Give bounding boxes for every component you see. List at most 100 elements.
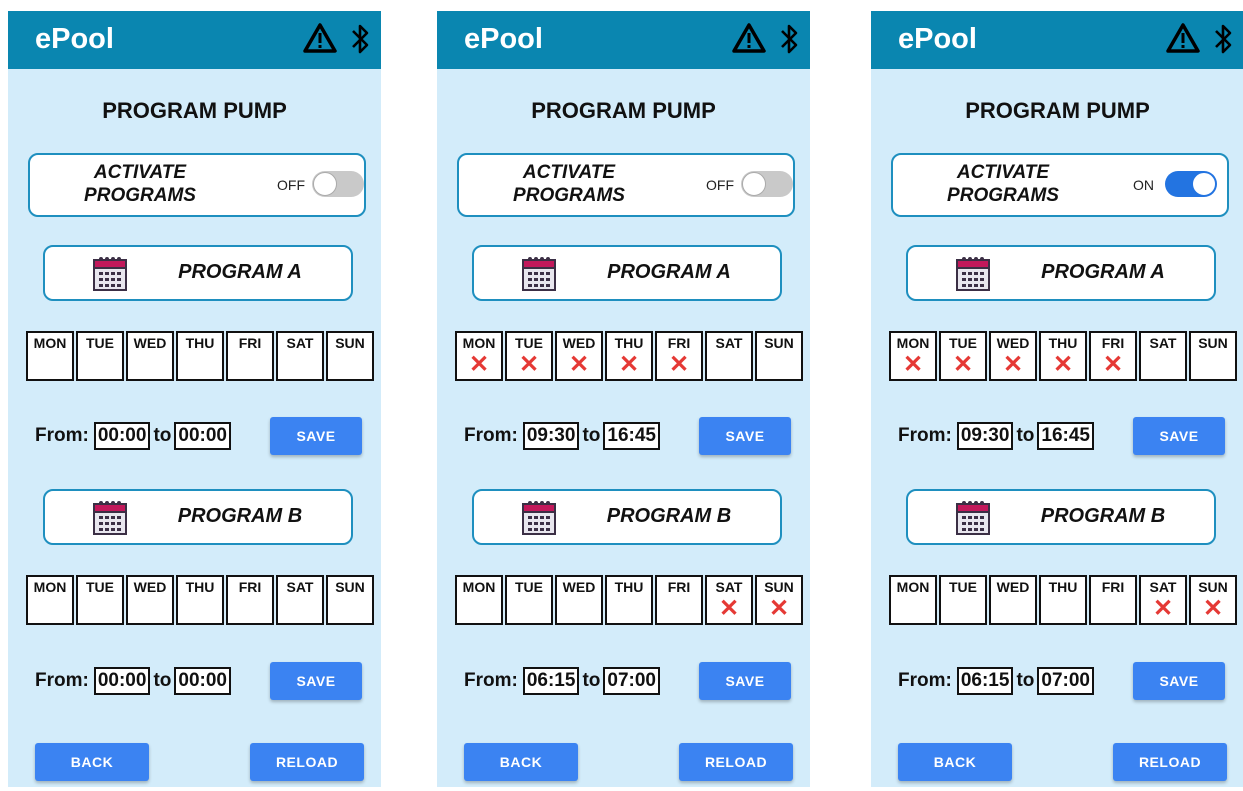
program-b-save-button[interactable]: SAVE (270, 662, 362, 700)
program-b-days: MON TUE WED THU FRI SAT SUN (26, 575, 376, 629)
day-cell[interactable]: SAT ✕ (705, 575, 753, 625)
day-cell[interactable]: FRI (655, 575, 703, 625)
calendar-icon (522, 501, 556, 535)
day-cell[interactable]: THU ✕ (1039, 331, 1087, 381)
from-label: From: (898, 670, 952, 691)
bluetooth-icon[interactable] (349, 22, 371, 56)
day-label: FRI (667, 579, 691, 595)
toggle-state-label: OFF (277, 177, 305, 193)
reload-button[interactable]: RELOAD (1113, 743, 1227, 781)
back-button[interactable]: BACK (464, 743, 578, 781)
day-cell[interactable]: SUN (326, 331, 374, 381)
day-cell[interactable]: SAT (705, 331, 753, 381)
calendar-icon (93, 501, 127, 535)
program-b-start-time[interactable]: 06:15 (522, 667, 580, 695)
program-a-header[interactable]: PROGRAM A (472, 245, 782, 301)
day-cell[interactable]: FRI ✕ (655, 331, 703, 381)
program-a-days: MON ✕ TUE ✕ WED ✕ THU ✕ FRI ✕ SAT SUN (889, 331, 1239, 385)
bluetooth-icon[interactable] (1212, 22, 1234, 56)
day-cell[interactable]: SUN (755, 331, 803, 381)
day-cell[interactable]: TUE (505, 575, 553, 625)
program-a-start-time[interactable]: 09:30 (522, 422, 580, 450)
day-cell[interactable]: WED (989, 575, 1037, 625)
day-cell[interactable]: THU (176, 331, 224, 381)
day-cell[interactable]: SAT (276, 575, 324, 625)
day-cell[interactable]: SUN ✕ (1189, 575, 1237, 625)
day-cell[interactable]: MON (26, 331, 74, 381)
day-cell[interactable]: THU ✕ (605, 331, 653, 381)
program-a-end-time[interactable]: 16:45 (1037, 422, 1094, 450)
day-label: FRI (1101, 579, 1125, 595)
program-a-save-button[interactable]: SAVE (1133, 417, 1225, 455)
day-cell[interactable]: MON (26, 575, 74, 625)
day-cell[interactable]: MON (455, 575, 503, 625)
day-cell[interactable]: THU (605, 575, 653, 625)
program-a-header[interactable]: PROGRAM A (43, 245, 353, 301)
reload-button[interactable]: RELOAD (250, 743, 364, 781)
activate-programs-toggle[interactable] (312, 171, 364, 197)
phone-screen: ePool PROGRAM PUMP ACTIVATE PROGRAMS OFF (8, 11, 381, 787)
program-a-save-button[interactable]: SAVE (270, 417, 362, 455)
program-b-end-time[interactable]: 07:00 (1037, 667, 1094, 695)
warning-icon[interactable] (1166, 22, 1200, 54)
day-label: WED (996, 335, 1030, 351)
day-cell[interactable]: WED (126, 331, 174, 381)
day-cell[interactable]: TUE (76, 575, 124, 625)
back-button[interactable]: BACK (35, 743, 149, 781)
day-cell[interactable]: TUE ✕ (505, 331, 553, 381)
program-a-end-time[interactable]: 16:45 (603, 422, 660, 450)
day-cell[interactable]: WED ✕ (555, 331, 603, 381)
day-cell[interactable]: FRI (226, 575, 274, 625)
program-b-header[interactable]: PROGRAM B (472, 489, 782, 545)
bluetooth-icon[interactable] (778, 22, 800, 56)
from-label: From: (464, 670, 518, 691)
app-header: ePool (437, 11, 810, 69)
program-a-header[interactable]: PROGRAM A (906, 245, 1216, 301)
back-button[interactable]: BACK (898, 743, 1012, 781)
day-cell[interactable]: WED (126, 575, 174, 625)
program-a-end-time[interactable]: 00:00 (174, 422, 231, 450)
day-cell[interactable]: MON ✕ (889, 331, 937, 381)
program-b-save-button[interactable]: SAVE (1133, 662, 1225, 700)
warning-icon[interactable] (303, 22, 337, 54)
day-cell[interactable]: SUN ✕ (755, 575, 803, 625)
day-cell[interactable]: WED (555, 575, 603, 625)
day-cell[interactable]: TUE ✕ (939, 331, 987, 381)
program-b-header[interactable]: PROGRAM B (906, 489, 1216, 545)
reload-button[interactable]: RELOAD (679, 743, 793, 781)
day-cell[interactable]: FRI ✕ (1089, 331, 1137, 381)
from-label: From: (35, 670, 89, 691)
day-cell[interactable]: SAT (1139, 331, 1187, 381)
program-a-start-time[interactable]: 09:30 (956, 422, 1014, 450)
day-cell[interactable]: FRI (1089, 575, 1137, 625)
day-cell[interactable]: SAT ✕ (1139, 575, 1187, 625)
program-b-days: MON TUE WED THU FRI SAT ✕ SUN ✕ (889, 575, 1239, 629)
activate-programs-toggle[interactable] (1165, 171, 1217, 197)
day-label: SUN (335, 335, 365, 351)
program-b-start-time[interactable]: 06:15 (956, 667, 1014, 695)
program-b-end-time[interactable]: 07:00 (603, 667, 660, 695)
activate-programs-toggle[interactable] (741, 171, 793, 197)
day-cell[interactable]: TUE (76, 331, 124, 381)
day-cell[interactable]: THU (1039, 575, 1087, 625)
day-cell[interactable]: MON ✕ (455, 331, 503, 381)
day-cell[interactable]: SUN (326, 575, 374, 625)
day-cell[interactable]: TUE (939, 575, 987, 625)
day-cell[interactable]: SAT (276, 331, 324, 381)
program-b-end-time[interactable]: 00:00 (174, 667, 231, 695)
day-label: THU (1048, 579, 1078, 595)
program-b-header[interactable]: PROGRAM B (43, 489, 353, 545)
day-cell[interactable]: FRI (226, 331, 274, 381)
day-label: SAT (715, 335, 743, 351)
day-cell[interactable]: MON (889, 575, 937, 625)
day-cell[interactable]: THU (176, 575, 224, 625)
program-a-start-time[interactable]: 00:00 (93, 422, 151, 450)
day-cell[interactable]: SUN (1189, 331, 1237, 381)
program-a-save-button[interactable]: SAVE (699, 417, 791, 455)
day-selected-mark: ✕ (518, 351, 540, 378)
program-b-start-time[interactable]: 00:00 (93, 667, 151, 695)
day-cell[interactable]: WED ✕ (989, 331, 1037, 381)
program-b-save-button[interactable]: SAVE (699, 662, 791, 700)
day-label: FRI (1101, 335, 1125, 351)
warning-icon[interactable] (732, 22, 766, 54)
